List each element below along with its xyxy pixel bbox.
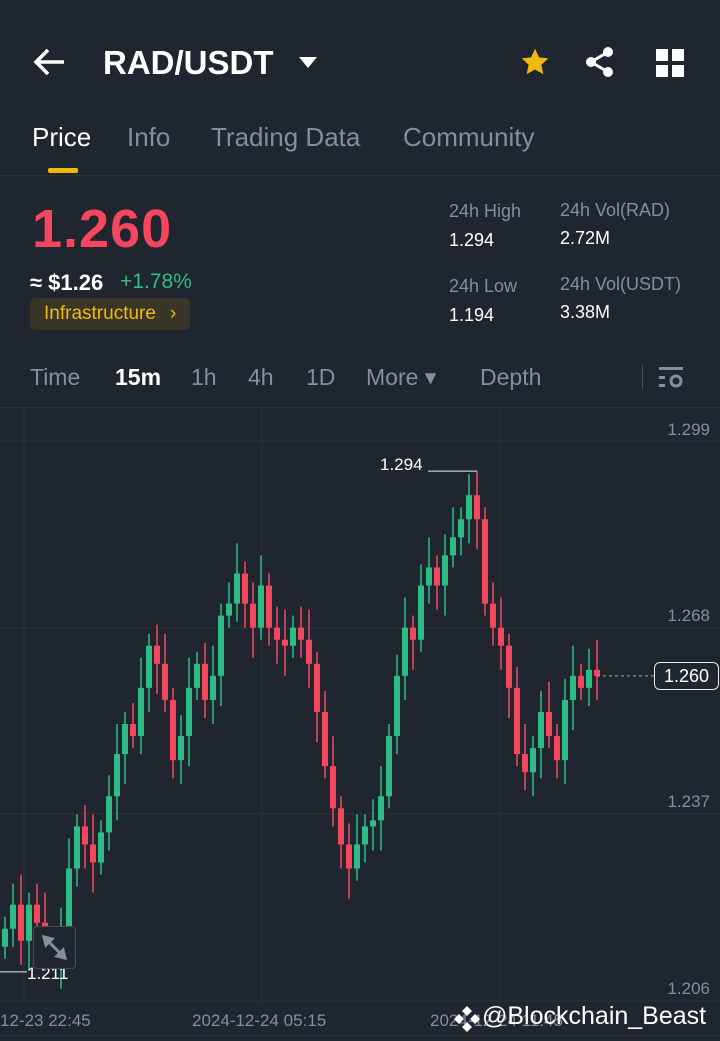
candle-body: [138, 687, 144, 737]
candle-body: [434, 567, 440, 586]
candle-body: [362, 826, 368, 845]
candle-body: [10, 904, 16, 929]
candle-body: [314, 663, 320, 712]
candle-body: [178, 736, 184, 761]
candle-body: [106, 796, 112, 833]
candle-body: [594, 669, 600, 676]
candle-body: [194, 663, 200, 688]
candle-body: [98, 832, 104, 863]
candle-body: [130, 724, 136, 737]
y-tick: 1.206: [667, 979, 710, 998]
candle-body: [266, 585, 272, 628]
candle-body: [386, 736, 392, 797]
x-tick: 12-23 22:45: [0, 1011, 91, 1030]
candle-body: [242, 573, 248, 604]
candle-body: [306, 639, 312, 664]
candle-body: [290, 627, 296, 646]
candle-body: [570, 675, 576, 700]
candle-body: [234, 573, 240, 604]
candle-body: [474, 495, 480, 520]
candle-body: [562, 699, 568, 761]
candle-body: [426, 567, 432, 586]
candle-body: [538, 711, 544, 749]
candle-body: [514, 687, 520, 755]
candle-body: [202, 663, 208, 700]
candle-body: [554, 736, 560, 761]
candle-body: [226, 603, 232, 616]
candle-body: [170, 699, 176, 761]
candle-body: [466, 495, 472, 520]
candle-body: [370, 820, 376, 827]
y-tick: 1.268: [667, 606, 710, 625]
candle-body: [146, 645, 152, 688]
candle-body: [18, 904, 24, 941]
watermark-text: @Blockchain_Beast: [482, 1002, 707, 1030]
candle-body: [522, 754, 528, 773]
candle-body: [122, 724, 128, 755]
candle-body: [218, 615, 224, 676]
candle-body: [506, 645, 512, 688]
candle-body: [82, 826, 88, 845]
candle-body: [298, 627, 304, 640]
candle-body: [74, 826, 80, 869]
binance-logo-icon: [454, 1006, 480, 1032]
candle-body: [586, 669, 592, 688]
candle-body: [354, 844, 360, 869]
candle-body: [338, 808, 344, 845]
candle-body: [482, 519, 488, 604]
candle-body: [442, 555, 448, 586]
candle-body: [282, 639, 288, 646]
candle-body: [546, 711, 552, 737]
candle-body: [34, 904, 40, 923]
candlestick-chart[interactable]: [0, 0, 720, 1041]
candle-body: [346, 844, 352, 869]
candle-body: [458, 519, 464, 538]
candle-body: [394, 675, 400, 737]
current-price-label: 1.260: [654, 662, 719, 690]
candle-body: [330, 766, 336, 809]
candle-body: [498, 627, 504, 646]
candle-body: [114, 754, 120, 797]
candle-body: [258, 585, 264, 628]
candle-body: [530, 748, 536, 773]
candle-body: [186, 687, 192, 737]
candle-body: [154, 645, 160, 664]
candle-body: [410, 627, 416, 640]
candle-body: [90, 844, 96, 863]
candle-body: [322, 711, 328, 767]
candle-body: [490, 603, 496, 628]
x-tick: 2024-12-24 05:15: [192, 1011, 327, 1030]
candle-body: [378, 796, 384, 821]
candle-body: [66, 868, 72, 929]
candle-body: [450, 537, 456, 556]
candle-body: [162, 663, 168, 700]
expand-button[interactable]: [33, 926, 76, 969]
y-tick: 1.237: [667, 792, 710, 811]
candle-body: [250, 603, 256, 628]
y-tick: 1.299: [667, 420, 710, 439]
candle-body: [402, 627, 408, 676]
divider: [0, 1035, 720, 1036]
candle-body: [578, 675, 584, 688]
candle-body: [2, 928, 8, 947]
candle-body: [274, 627, 280, 640]
expand-icon: [41, 934, 68, 961]
candle-body: [26, 904, 32, 941]
candle-body: [210, 675, 216, 700]
candle-body: [418, 585, 424, 640]
max-price-label: 1.294: [380, 455, 423, 474]
